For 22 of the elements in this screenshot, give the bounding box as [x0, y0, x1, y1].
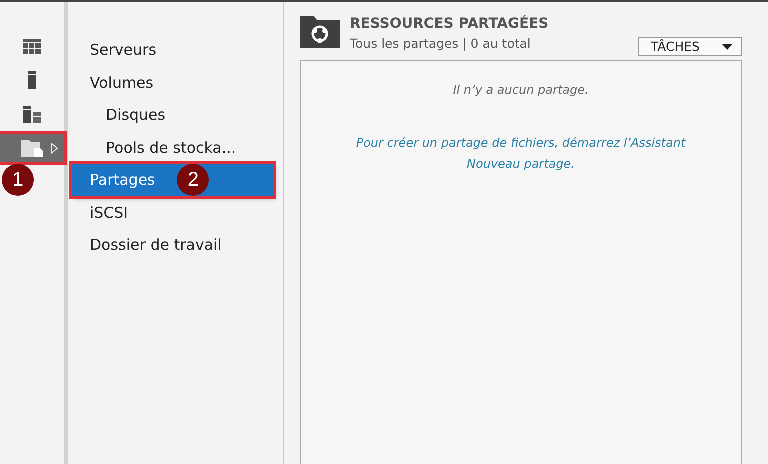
volumes-icon — [23, 106, 41, 122]
nav-item[interactable]: Serveurs — [68, 34, 273, 66]
server-icon — [28, 71, 36, 89]
folder-icon — [20, 140, 42, 156]
shared-folder-icon — [300, 16, 340, 48]
nav-item[interactable]: Pools de stocka... — [68, 132, 273, 164]
step-badge: 1 — [2, 164, 34, 196]
nav-item[interactable]: Volumes — [68, 66, 273, 98]
caret-icon — [722, 44, 733, 50]
rail-item[interactable] — [0, 134, 64, 162]
nav-item[interactable]: Partages 2 — [72, 164, 273, 196]
tasks-dropdown[interactable]: TÂCHES — [638, 37, 742, 56]
nav-item[interactable]: Dossier de travail — [68, 229, 273, 261]
nav-item[interactable]: iSCSI — [68, 196, 273, 228]
empty-message: Il n’y a aucun partage. — [453, 83, 589, 97]
grid-icon — [23, 38, 41, 54]
step-badge: 2 — [177, 164, 210, 196]
panel-subtitle: Tous les partages | 0 au total — [350, 36, 532, 51]
panel-title: RESSOURCES PARTAGÉES — [350, 16, 550, 32]
expand-arrow-icon — [50, 143, 58, 154]
nav-item[interactable]: Disques — [68, 99, 273, 131]
new-share-wizard-link[interactable]: Pour créer un partage de fichiers, démarrez l’Assistant Nouveau partage. — [341, 133, 701, 175]
